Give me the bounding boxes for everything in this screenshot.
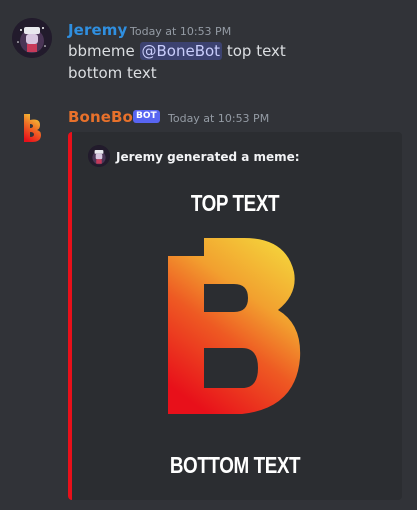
author-name[interactable]: Jeremy — [68, 21, 127, 39]
command-text: bbmeme — [68, 42, 135, 60]
bot-badge: BOT — [133, 110, 160, 123]
embed-accent-bar — [68, 132, 72, 500]
meme-embed: Jeremy generated a meme: TOP TEXT BOTTOM… — [68, 132, 402, 500]
avatar-icon — [88, 145, 110, 167]
embed-author-avatar — [88, 145, 110, 167]
meme-top-text: TOP TEXT — [190, 190, 280, 216]
bot-mention[interactable]: @BoneBot — [139, 42, 223, 60]
message-line-1: bbmeme @BoneBot top text — [68, 42, 286, 60]
meme-bottom-text: BOTTOM TEXT — [169, 452, 301, 478]
message-line-2: bottom text — [68, 64, 157, 82]
avatar-icon — [12, 18, 52, 58]
top-text-arg: top text — [226, 42, 286, 60]
bonebot-logo-icon — [168, 238, 301, 414]
bot-author-name[interactable]: BoneBot — [68, 108, 140, 126]
bonebot-avatar-icon — [24, 114, 41, 142]
embed-author-line: Jeremy generated a meme: — [116, 150, 300, 164]
user-avatar[interactable] — [12, 18, 52, 58]
bot-timestamp: Today at 10:53 PM — [168, 112, 270, 125]
bot-avatar[interactable] — [12, 108, 52, 148]
meme-image[interactable] — [168, 238, 302, 418]
timestamp: Today at 10:53 PM — [130, 25, 232, 38]
